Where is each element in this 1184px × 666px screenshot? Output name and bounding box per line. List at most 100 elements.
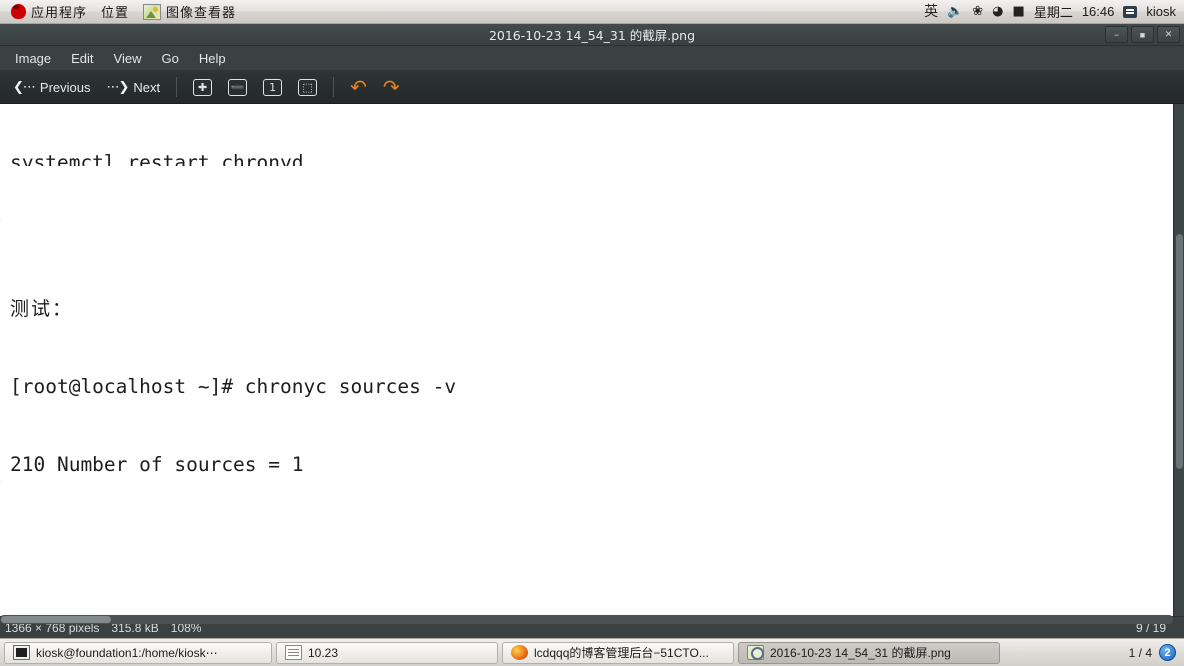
taskbar-item-image-viewer[interactable]: 2016-10-23 14_54_31 的截屏.png	[738, 641, 1000, 664]
gutter-line: 6	[0, 520, 8, 546]
horizontal-scrollbar-track[interactable]	[0, 615, 1173, 624]
zoom-out-icon: ➖	[228, 78, 248, 96]
gutter-line: 1	[0, 390, 8, 416]
taskbar-item-document-label: 10.23	[308, 645, 339, 660]
window-title: 2016-10-23 14_54_31 的截屏.png	[488, 28, 696, 43]
editor-line-number-gutter: 1 2 3 4 5 6 7 8 9 0 1 2 3 4 5 6 7 8 9	[0, 104, 8, 616]
gutter-line: 2	[0, 156, 8, 182]
previous-button[interactable]: ❮⋯ Previous	[6, 77, 97, 98]
menu-edit[interactable]: Edit	[62, 48, 102, 69]
gutter-line: 9	[0, 338, 8, 364]
menu-go[interactable]: Go	[153, 48, 188, 69]
clock-time[interactable]: 16:46	[1082, 4, 1115, 19]
chevron-left-icon: ❮⋯	[13, 79, 36, 95]
document-icon	[285, 645, 302, 660]
zoom-in-button[interactable]: ✚	[186, 76, 219, 99]
chevron-right-icon: ⋯❯	[106, 79, 129, 95]
next-button-label: Next	[133, 79, 161, 95]
menu-image[interactable]: Image	[6, 48, 60, 69]
code-line-4-sources-count: 210 Number of sources = 1	[10, 453, 304, 476]
menu-view[interactable]: View	[105, 48, 151, 69]
bluetooth-icon[interactable]: ❀	[972, 5, 983, 18]
displayed-screenshot-image: 1 2 3 4 5 6 7 8 9 0 1 2 3 4 5 6 7 8 9	[0, 104, 1173, 616]
active-window-button[interactable]: 图像查看器	[136, 1, 243, 23]
terminal-icon	[13, 645, 30, 660]
gutter-line: 5	[0, 494, 8, 520]
gutter-line: 8	[0, 312, 8, 338]
code-line-0: systemctl restart chronyd	[10, 151, 304, 166]
wifi-icon[interactable]: ◕	[992, 5, 1003, 18]
maximize-button[interactable]: ■	[1131, 26, 1154, 43]
gutter-line: 3	[0, 442, 8, 468]
statusbar: 1366 × 768 pixels 315.8 kB 108% 9 / 19	[0, 615, 1184, 638]
image-viewer-window: 2016-10-23 14_54_31 的截屏.png − ■ ✕ Image …	[0, 24, 1184, 638]
rotate-left-icon: ↶	[350, 75, 367, 99]
firefox-icon	[511, 645, 528, 660]
close-button[interactable]: ✕	[1157, 26, 1180, 43]
window-titlebar: 2016-10-23 14_54_31 的截屏.png − ■ ✕	[0, 24, 1184, 46]
gutter-line: 3	[0, 182, 8, 208]
gutter-line: 1	[0, 130, 8, 156]
menu-applications[interactable]: 应用程序	[4, 1, 94, 23]
taskbar-item-firefox-label: lcdqqq的博客管理后台−51CTO...	[534, 646, 709, 660]
clock-day: 星期二	[1033, 6, 1073, 21]
menu-help[interactable]: Help	[190, 48, 235, 69]
user-name-label[interactable]: kiosk	[1146, 4, 1176, 19]
taskbar-item-terminal[interactable]: kiosk@foundation1:/home/kiosk⋯	[4, 641, 272, 664]
taskbar-item-terminal-label: kiosk@foundation1:/home/kiosk⋯	[36, 645, 218, 660]
redhat-logo-icon	[11, 4, 26, 19]
gutter-line: 8	[0, 572, 8, 598]
normal-size-button[interactable]: 1	[256, 76, 289, 99]
rotate-right-button[interactable]: ↷	[376, 74, 407, 100]
menu-places-label: 位置	[101, 6, 130, 21]
input-method-indicator[interactable]: 英	[924, 5, 938, 19]
code-line-2-heading: 测试：	[10, 298, 74, 320]
horizontal-scrollbar-thumb[interactable]	[1, 616, 111, 623]
taskbar-item-document[interactable]: 10.23	[276, 641, 498, 664]
best-fit-icon: ⬚	[298, 78, 318, 96]
gutter-line	[0, 104, 8, 130]
one-to-one-icon: 1	[263, 78, 283, 96]
image-viewer-icon	[143, 3, 162, 20]
gutter-line: 7	[0, 546, 8, 572]
top-panel-left-group: 应用程序 位置 图像查看器	[0, 1, 243, 23]
gutter-line: 9	[0, 598, 8, 616]
image-viewer-icon	[747, 645, 764, 660]
previous-button-label: Previous	[39, 79, 91, 95]
toolbar-separator-2	[333, 77, 335, 97]
rotate-right-icon: ↷	[382, 75, 400, 99]
gutter-line: 0	[0, 364, 8, 390]
gutter-line: 2	[0, 416, 8, 442]
vertical-scrollbar-thumb[interactable]	[1176, 234, 1183, 469]
vertical-scrollbar[interactable]	[1173, 104, 1184, 616]
top-panel-tray: 英 🔈 ❀ ◕ ■ 星期二 16:46 kiosk	[924, 2, 1184, 21]
gutter-line: 4	[0, 468, 8, 494]
screenshot-text-content: systemctl restart chronyd 测试： [root@loca…	[10, 104, 937, 616]
menu-applications-label: 应用程序	[31, 6, 88, 21]
horizontal-scrollbar[interactable]	[0, 615, 1173, 624]
image-display-area[interactable]: 1 2 3 4 5 6 7 8 9 0 1 2 3 4 5 6 7 8 9	[0, 104, 1184, 616]
toolbar: ❮⋯ Previous ⋯❯ Next ✚ ➖ 1 ⬚ ↶ ↷	[0, 71, 1184, 104]
volume-muted-icon[interactable]: 🔈	[947, 5, 963, 18]
gutter-line: 5	[0, 234, 8, 260]
window-list-taskbar: kiosk@foundation1:/home/kiosk⋯ 10.23 lcd…	[0, 638, 1184, 666]
next-button[interactable]: ⋯❯ Next	[99, 77, 167, 98]
taskbar-item-image-viewer-label: 2016-10-23 14_54_31 的截屏.png	[770, 646, 951, 660]
minimize-button[interactable]: −	[1105, 26, 1128, 43]
gutter-line: 6	[0, 260, 8, 286]
menubar: Image Edit View Go Help	[0, 46, 1184, 71]
taskbar-item-firefox[interactable]: lcdqqq的博客管理后台−51CTO...	[502, 641, 734, 664]
notification-count-badge[interactable]: 2	[1159, 644, 1176, 661]
rotate-left-button[interactable]: ↶	[343, 74, 374, 100]
zoom-in-icon: ✚	[193, 78, 213, 96]
code-line-3-prompt: [root@localhost ~]# chronyc sources -v	[10, 375, 457, 398]
battery-icon[interactable]: ■	[1013, 5, 1025, 18]
workspace-label: 1 / 4	[1128, 645, 1152, 660]
workspace-switcher[interactable]: 1 / 4 2	[1129, 644, 1180, 661]
active-window-label: 图像查看器	[166, 6, 237, 21]
best-fit-button[interactable]: ⬚	[291, 76, 324, 99]
menu-places[interactable]: 位置	[94, 1, 136, 23]
zoom-out-button[interactable]: ➖	[221, 76, 254, 99]
